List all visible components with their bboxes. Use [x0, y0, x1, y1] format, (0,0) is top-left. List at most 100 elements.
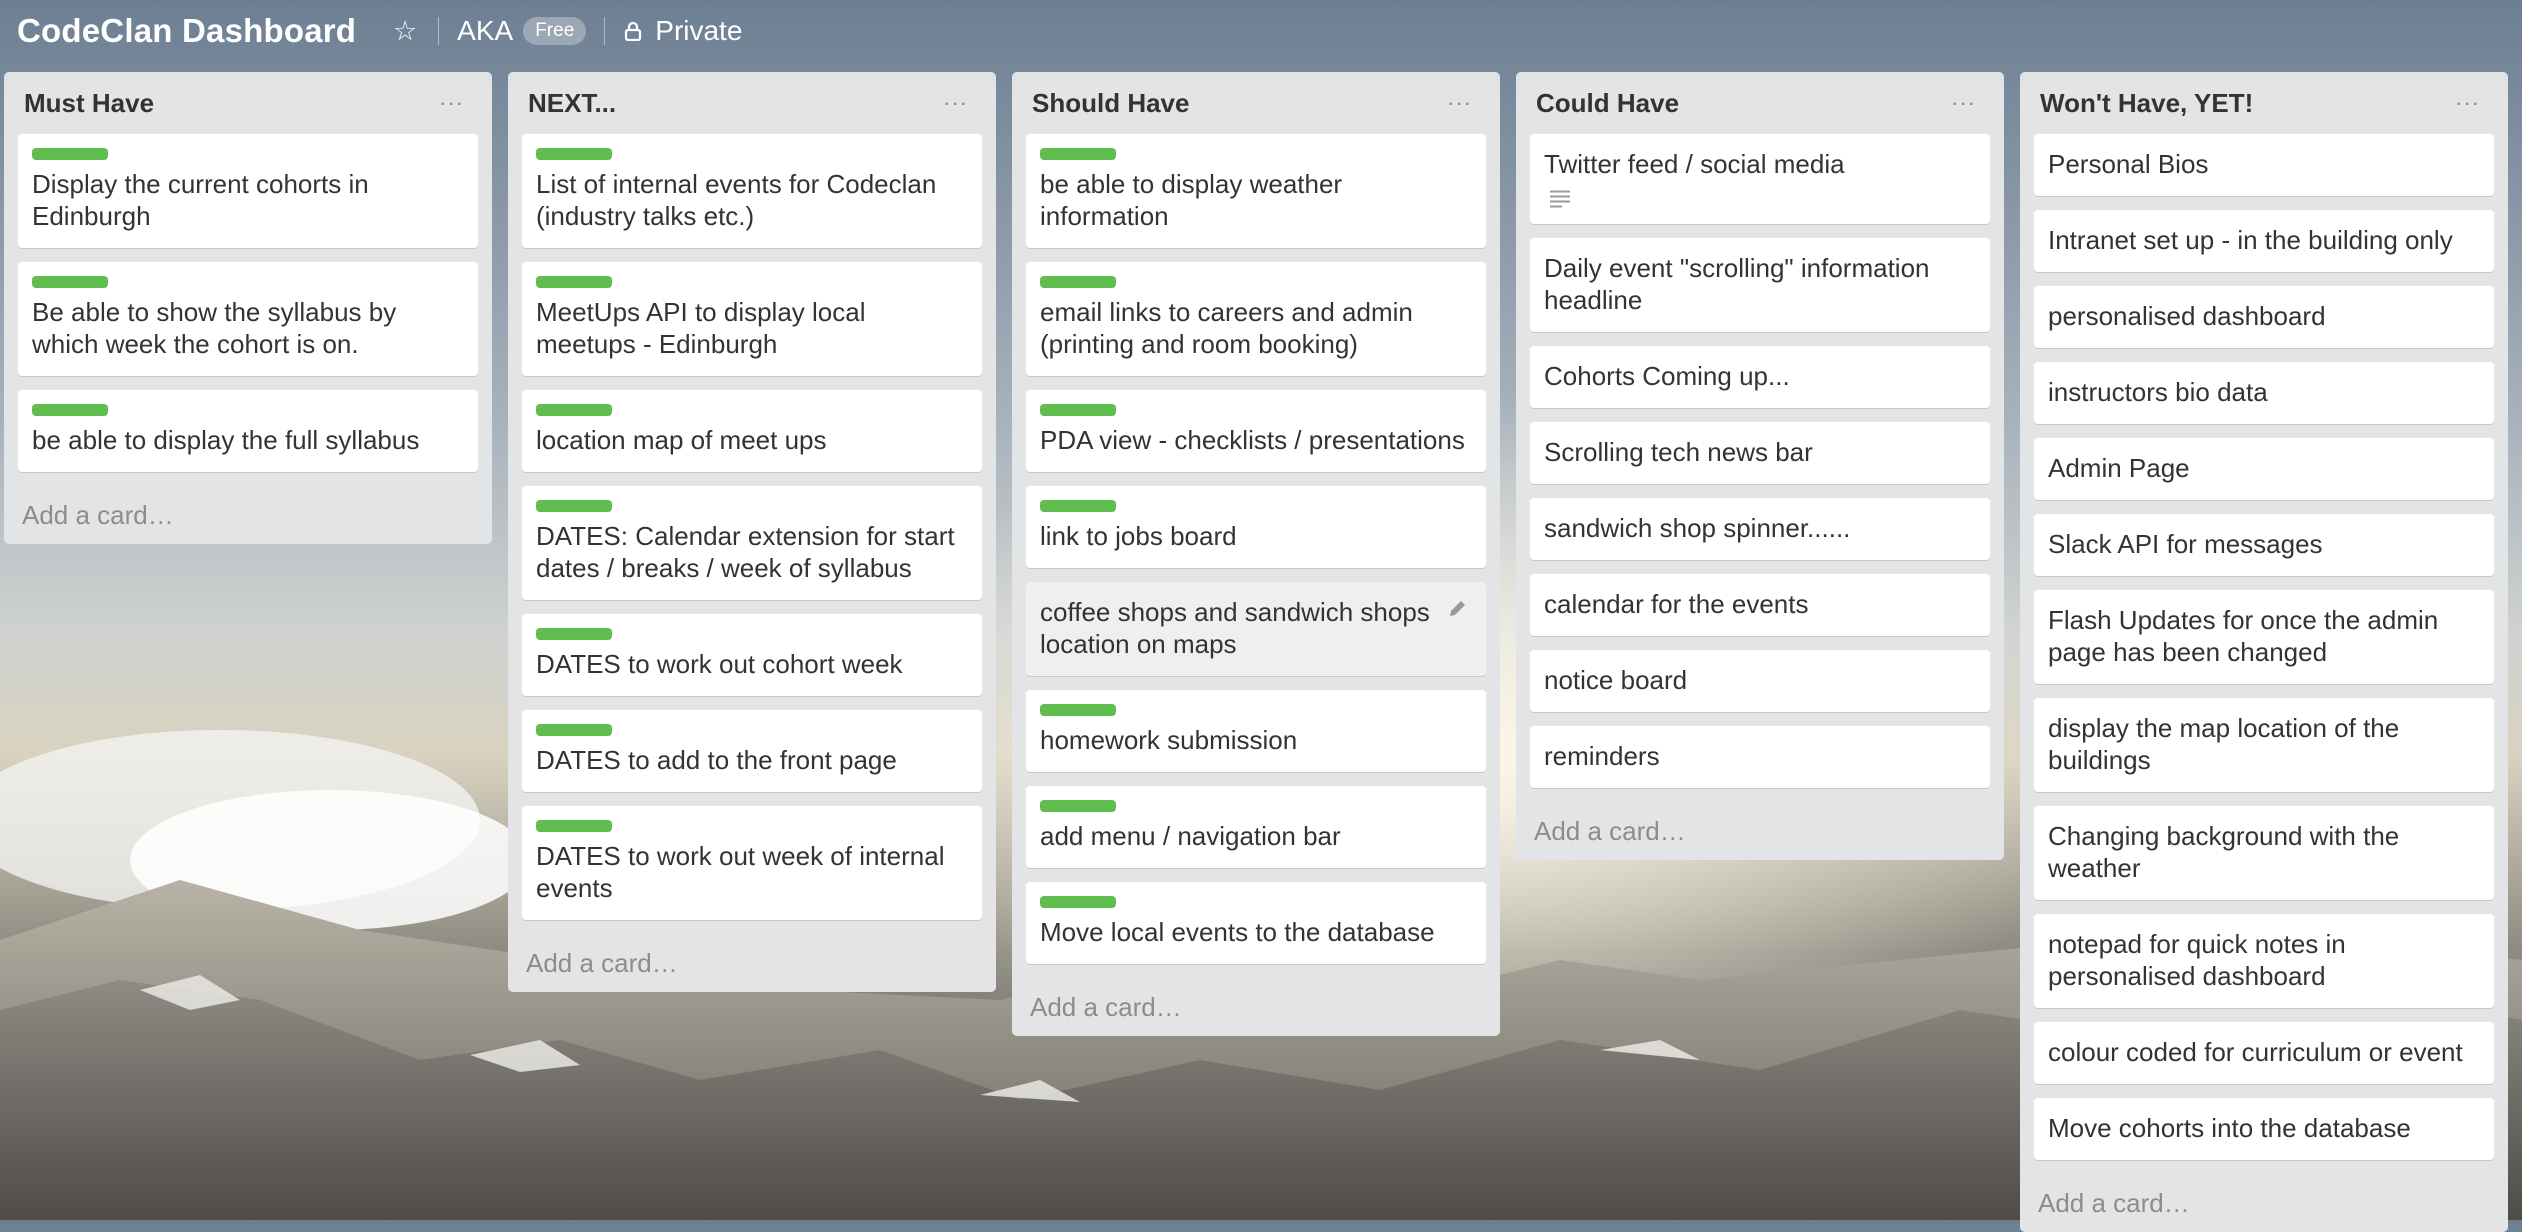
card-title: Be able to show the syllabus by which we… [32, 297, 397, 359]
list-title[interactable]: Should Have [1032, 88, 1189, 119]
list-title[interactable]: Won't Have, YET! [2040, 88, 2253, 119]
card[interactable]: Admin Page [2034, 438, 2494, 500]
list-menu-icon[interactable]: ··· [2455, 90, 2480, 116]
list-menu-icon[interactable]: ··· [1447, 90, 1472, 116]
card[interactable]: List of internal events for Codeclan (in… [522, 134, 982, 248]
card-title: Twitter feed / social media [1544, 149, 1845, 179]
card[interactable]: Changing background with the weather [2034, 806, 2494, 900]
card[interactable]: add menu / navigation bar [1026, 786, 1486, 868]
card-title: Daily event "scrolling" information head… [1544, 253, 1930, 315]
add-card-button[interactable]: Add a card… [18, 486, 478, 544]
card[interactable]: be able to display the full syllabus [18, 390, 478, 472]
list-4[interactable]: Won't Have, YET! ··· Personal Bios Intranet… [2020, 72, 2508, 1232]
card[interactable]: sandwich shop spinner...... [1530, 498, 1990, 560]
card[interactable]: personalised dashboard [2034, 286, 2494, 348]
card-title: Move cohorts into the database [2048, 1113, 2411, 1143]
list-0[interactable]: Must Have ··· Display the current cohorts … [4, 72, 492, 544]
list-menu-icon[interactable]: ··· [439, 90, 464, 116]
card[interactable]: Intranet set up - in the building only [2034, 210, 2494, 272]
list-header: NEXT... ··· [522, 72, 982, 134]
card-title: notice board [1544, 665, 1688, 695]
card[interactable]: DATES to add to the front page [522, 710, 982, 792]
card-label-green [1040, 276, 1116, 288]
card[interactable]: colour coded for curriculum or event [2034, 1022, 2494, 1084]
list-title[interactable]: Must Have [24, 88, 154, 119]
card-label-green [32, 404, 108, 416]
board-header: CodeClan Dashboard ☆ AKA Free Private [0, 0, 2522, 62]
list-menu-icon[interactable]: ··· [1951, 90, 1976, 116]
list-title[interactable]: NEXT... [528, 88, 616, 119]
list-header: Must Have ··· [18, 72, 478, 134]
card-label-green [536, 276, 612, 288]
card[interactable]: Personal Bios [2034, 134, 2494, 196]
card-title: Display the current cohorts in Edinburgh [32, 169, 369, 231]
card[interactable]: Be able to show the syllabus by which we… [18, 262, 478, 376]
card-label-green [1040, 500, 1116, 512]
card-label-green [536, 404, 612, 416]
card[interactable]: Move local events to the database [1026, 882, 1486, 964]
card[interactable]: display the map location of the building… [2034, 698, 2494, 792]
card-title: PDA view - checklists / presentations [1040, 425, 1465, 455]
card-title: Flash Updates for once the admin page ha… [2048, 605, 2439, 667]
card[interactable]: homework submission [1026, 690, 1486, 772]
card-title: List of internal events for Codeclan (in… [536, 169, 937, 231]
card[interactable]: DATES to work out week of internal event… [522, 806, 982, 920]
card-label-green [1040, 704, 1116, 716]
card-label-green [536, 628, 612, 640]
card[interactable]: notice board [1530, 650, 1990, 712]
lock-icon [625, 21, 642, 41]
card[interactable]: Move cohorts into the database [2034, 1098, 2494, 1160]
card[interactable]: be able to display weather information [1026, 134, 1486, 248]
card[interactable]: coffee shops and sandwich shops location… [1026, 582, 1486, 676]
list-title[interactable]: Could Have [1536, 88, 1679, 119]
card[interactable]: location map of meet ups [522, 390, 982, 472]
card[interactable]: Twitter feed / social media [1530, 134, 1990, 224]
add-card-button[interactable]: Add a card… [1530, 802, 1990, 860]
card[interactable]: DATES to work out cohort week [522, 614, 982, 696]
card-title: Scrolling tech news bar [1544, 437, 1813, 467]
card-title: calendar for the events [1544, 589, 1809, 619]
card-title: coffee shops and sandwich shops location… [1040, 597, 1430, 659]
add-card-button[interactable]: Add a card… [522, 934, 982, 992]
privacy-button[interactable]: Private [655, 15, 742, 47]
list-1[interactable]: NEXT... ··· List of internal events for Co… [508, 72, 996, 992]
card[interactable]: Cohorts Coming up... [1530, 346, 1990, 408]
list-3[interactable]: Could Have ··· Twitter feed / social media… [1516, 72, 2004, 860]
list-2[interactable]: Should Have ··· be able to display weather… [1012, 72, 1500, 1036]
card-title: Intranet set up - in the building only [2048, 225, 2453, 255]
card[interactable]: PDA view - checklists / presentations [1026, 390, 1486, 472]
card[interactable]: email links to careers and admin (printi… [1026, 262, 1486, 376]
card-title: personalised dashboard [2048, 301, 2326, 331]
card-title: instructors bio data [2048, 377, 2268, 407]
card[interactable]: Slack API for messages [2034, 514, 2494, 576]
card-title: Admin Page [2048, 453, 2190, 483]
header-divider [604, 17, 606, 45]
card[interactable]: reminders [1530, 726, 1990, 788]
board-title[interactable]: CodeClan Dashboard [17, 12, 356, 50]
card[interactable]: DATES: Calendar extension for start date… [522, 486, 982, 600]
team-name[interactable]: AKA [457, 15, 513, 47]
star-icon[interactable]: ☆ [390, 16, 420, 46]
card[interactable]: notepad for quick notes in personalised … [2034, 914, 2494, 1008]
card[interactable]: Display the current cohorts in Edinburgh [18, 134, 478, 248]
card-label-green [32, 148, 108, 160]
card[interactable]: Flash Updates for once the admin page ha… [2034, 590, 2494, 684]
card[interactable]: link to jobs board [1026, 486, 1486, 568]
list-menu-icon[interactable]: ··· [943, 90, 968, 116]
card[interactable]: MeetUps API to display local meetups - E… [522, 262, 982, 376]
list-header: Won't Have, YET! ··· [2034, 72, 2494, 134]
card[interactable]: calendar for the events [1530, 574, 1990, 636]
card-title: Cohorts Coming up... [1544, 361, 1790, 391]
card-label-green [32, 276, 108, 288]
card-title: Move local events to the database [1040, 917, 1435, 947]
card-label-green [1040, 800, 1116, 812]
card-title: reminders [1544, 741, 1660, 771]
add-card-button[interactable]: Add a card… [1026, 978, 1486, 1036]
add-card-button[interactable]: Add a card… [2034, 1174, 2494, 1232]
card[interactable]: instructors bio data [2034, 362, 2494, 424]
card-title: colour coded for curriculum or event [2048, 1037, 2463, 1067]
description-icon [1550, 190, 1570, 208]
card[interactable]: Scrolling tech news bar [1530, 422, 1990, 484]
card[interactable]: Daily event "scrolling" information head… [1530, 238, 1990, 332]
pencil-icon[interactable] [1446, 598, 1468, 620]
